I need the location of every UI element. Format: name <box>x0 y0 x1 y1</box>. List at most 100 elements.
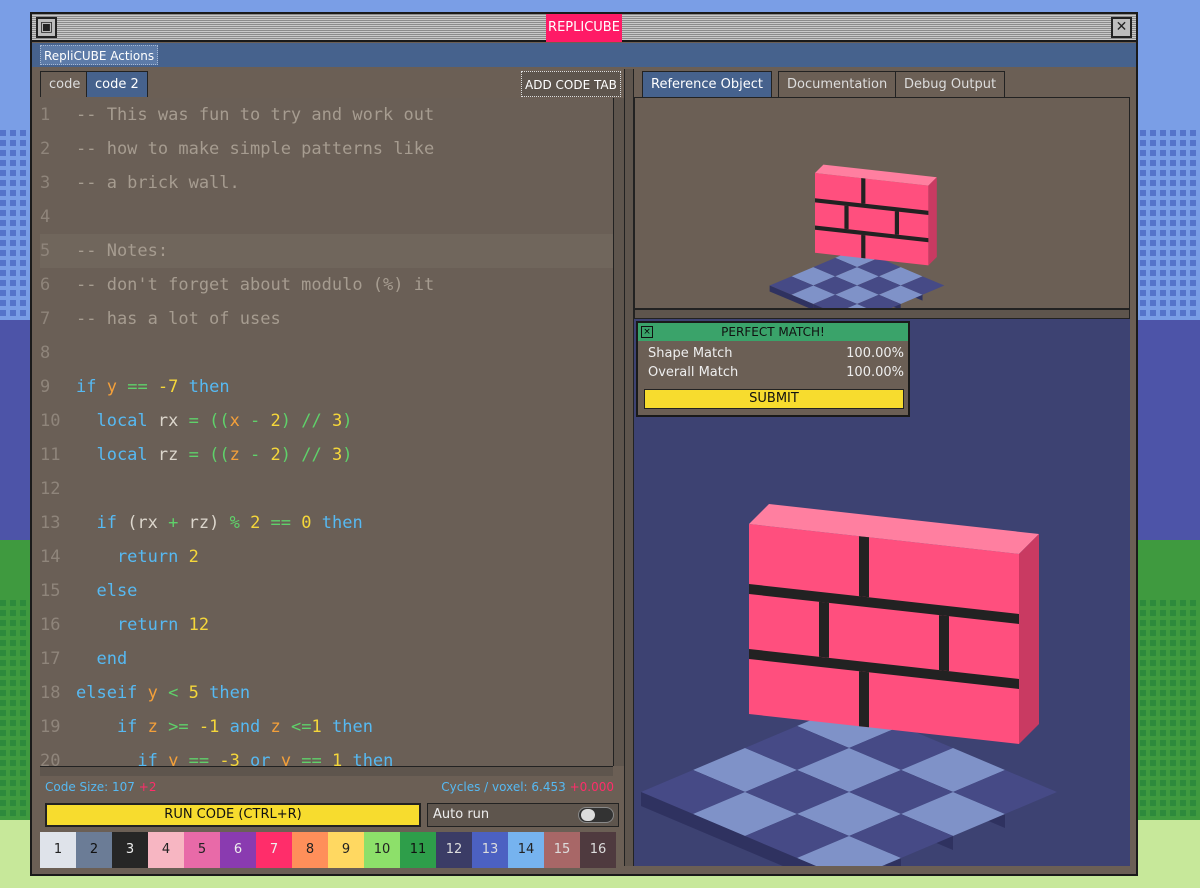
tab-code[interactable]: code <box>40 71 90 97</box>
code-line[interactable]: 17 end <box>40 642 613 676</box>
shape-match-value: 100.00% <box>846 346 904 361</box>
code-line[interactable]: 16 return 12 <box>40 608 613 642</box>
code-line[interactable]: 9 if y == -7 then <box>40 370 613 404</box>
palette-color-8[interactable]: 8 <box>292 832 328 868</box>
line-number: 9 <box>40 377 51 397</box>
code-line[interactable]: 19 if z >= -1 and z <=1 then <box>40 710 613 744</box>
tab-code-2[interactable]: code 2 <box>86 71 148 97</box>
code-line[interactable]: 1 -- This was fun to try and work out <box>40 98 613 132</box>
run-code-button[interactable]: RUN CODE (CTRL+R) <box>45 803 421 827</box>
line-number: 2 <box>40 139 51 159</box>
palette-color-1[interactable]: 1 <box>40 832 76 868</box>
palette-color-7[interactable]: 7 <box>256 832 292 868</box>
toggle-knob <box>581 809 595 821</box>
mortar-joint <box>861 234 866 259</box>
code-size-delta: +2 <box>138 780 157 794</box>
overall-match-value: 100.00% <box>846 365 904 380</box>
palette-color-12[interactable]: 12 <box>436 832 472 868</box>
overall-match-label: Overall Match <box>648 365 739 380</box>
code-text: return 2 <box>76 547 199 567</box>
tab-reference-object[interactable]: Reference Object <box>642 71 772 97</box>
tab-debug-output[interactable]: Debug Output <box>895 71 1006 97</box>
code-text: -- don't forget about modulo (%) it <box>76 275 435 295</box>
code-line[interactable]: 8 <box>40 336 613 370</box>
line-number: 3 <box>40 173 51 193</box>
mortar-joint <box>844 205 849 230</box>
brick-wall-face <box>815 173 929 266</box>
code-line[interactable]: 15 else <box>40 574 613 608</box>
code-line[interactable]: 4 <box>40 200 613 234</box>
code-text: else <box>76 581 138 601</box>
line-number: 11 <box>40 445 61 465</box>
line-number: 5 <box>40 241 51 261</box>
line-number: 14 <box>40 547 61 567</box>
mortar-joint <box>859 671 869 728</box>
window-menu-icon[interactable]: ▣ <box>36 17 57 38</box>
code-line[interactable]: 3 -- a brick wall. <box>40 166 613 200</box>
code-line[interactable]: 20 if y == -3 or y == 1 then <box>40 744 613 766</box>
match-title: PERFECT MATCH! <box>638 323 908 341</box>
actions-menu[interactable]: RepliCUBE Actions <box>40 45 159 65</box>
code-text: -- a brick wall. <box>76 173 240 193</box>
auto-run-toggle[interactable] <box>578 807 614 823</box>
code-line[interactable]: 13 if (rx + rz) % 2 == 0 then <box>40 506 613 540</box>
submit-button[interactable]: SUBMIT <box>644 389 904 409</box>
pane-splitter[interactable] <box>624 69 634 866</box>
auto-run-control: Auto run <box>427 803 619 827</box>
editor-horizontal-scrollbar[interactable] <box>40 766 613 776</box>
result-voxel-viewport[interactable]: PERFECT MATCH! × Shape Match 100.00% Over… <box>634 319 1130 888</box>
code-text: end <box>76 649 128 669</box>
palette-color-10[interactable]: 10 <box>364 832 400 868</box>
code-line[interactable]: 5 -- Notes: <box>40 234 613 268</box>
reference-object-viewport[interactable] <box>634 97 1130 329</box>
palette-color-9[interactable]: 9 <box>328 832 364 868</box>
code-status-bar: Code Size: 107 +2 Cycles / voxel: 6.453 … <box>40 777 624 797</box>
code-line[interactable]: 14 return 2 <box>40 540 613 574</box>
tab-label: code 2 <box>95 77 139 92</box>
code-text: if y == -7 then <box>76 377 230 397</box>
close-panel-icon[interactable]: × <box>641 326 653 338</box>
auto-run-label: Auto run <box>433 807 490 822</box>
reference-voxel-model <box>769 164 945 329</box>
palette-color-13[interactable]: 13 <box>472 832 508 868</box>
code-size-label: Code Size: 107 <box>45 780 135 794</box>
palette-color-11[interactable]: 11 <box>400 832 436 868</box>
line-number: 17 <box>40 649 61 669</box>
palette-color-4[interactable]: 4 <box>148 832 184 868</box>
code-line[interactable]: 6 -- don't forget about modulo (%) it <box>40 268 613 302</box>
code-line[interactable]: 10 local rx = ((x - 2) // 3) <box>40 404 613 438</box>
overall-match-row: Overall Match 100.00% <box>648 364 904 382</box>
viewport-splitter[interactable] <box>634 309 1130 319</box>
code-line[interactable]: 7 -- has a lot of uses <box>40 302 613 336</box>
shape-match-label: Shape Match <box>648 346 733 361</box>
palette-color-2[interactable]: 2 <box>76 832 112 868</box>
mortar-joint <box>859 536 869 598</box>
line-number: 13 <box>40 513 61 533</box>
code-text: elseif y < 5 then <box>76 683 251 703</box>
palette-color-5[interactable]: 5 <box>184 832 220 868</box>
code-line[interactable]: 11 local rz = ((z - 2) // 3) <box>40 438 613 472</box>
shape-match-row: Shape Match 100.00% <box>648 345 904 363</box>
code-size: Code Size: 107 +2 <box>45 777 156 797</box>
code-text: -- how to make simple patterns like <box>76 139 435 159</box>
palette-color-14[interactable]: 14 <box>508 832 544 868</box>
add-code-tab-button[interactable]: ADD CODE TAB <box>521 71 621 97</box>
tab-documentation[interactable]: Documentation <box>778 71 897 97</box>
palette-color-6[interactable]: 6 <box>220 832 256 868</box>
code-line[interactable]: 18 elseif y < 5 then <box>40 676 613 710</box>
tab-label: Debug Output <box>904 77 997 92</box>
code-text: return 12 <box>76 615 210 635</box>
title-bar[interactable]: ▣ REPLICUBE ✕ <box>32 14 1136 42</box>
palette-color-3[interactable]: 3 <box>112 832 148 868</box>
close-window-icon[interactable]: ✕ <box>1111 17 1132 38</box>
palette-color-16[interactable]: 16 <box>580 832 616 868</box>
line-number: 4 <box>40 207 51 227</box>
tab-label: Reference Object <box>651 77 763 92</box>
code-editor[interactable]: 1 -- This was fun to try and work out 2 -- … <box>40 98 613 766</box>
code-line[interactable]: 2 -- how to make simple patterns like <box>40 132 613 166</box>
line-number: 18 <box>40 683 61 703</box>
code-line[interactable]: 12 <box>40 472 613 506</box>
line-number: 8 <box>40 343 51 363</box>
code-text: -- Notes: <box>76 241 169 261</box>
palette-color-15[interactable]: 15 <box>544 832 580 868</box>
